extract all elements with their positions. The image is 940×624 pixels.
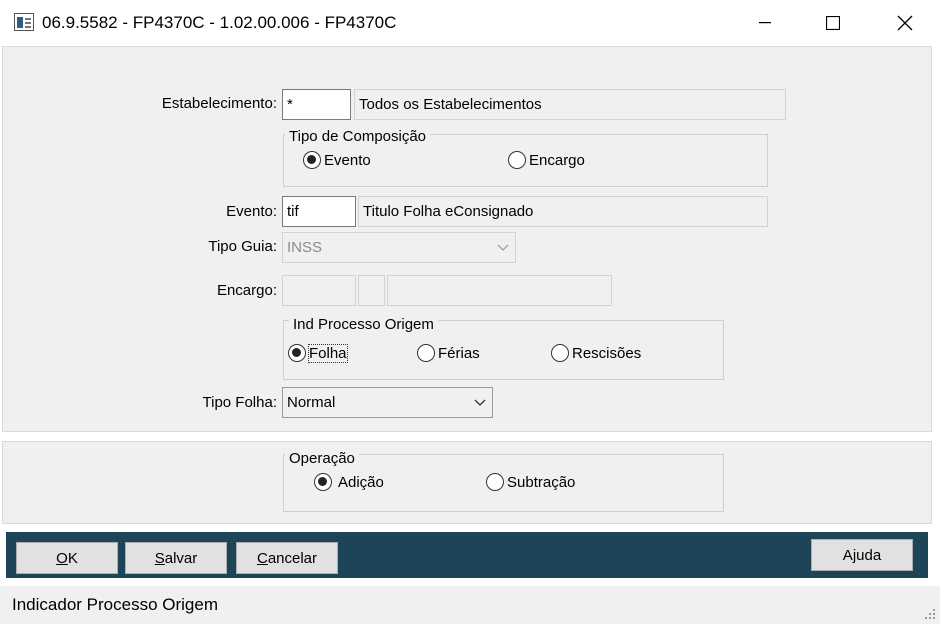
tipo-composicao-title: Tipo de Composição [285,128,431,145]
radio-evento-label: Evento [324,151,371,169]
radio-encargo-composicao[interactable]: Encargo [508,151,585,169]
evento-description: Titulo Folha eConsignado [358,196,768,227]
tipo-folha-label: Tipo Folha: [202,394,277,411]
estabelecimento-description: Todos os Estabelecimentos [354,89,786,120]
radio-evento-indicator [303,151,321,169]
radio-rescisoes-label: Rescisões [572,344,642,362]
radio-folha[interactable]: Folha [288,343,348,363]
maximize-button[interactable] [798,0,868,46]
operacao-title: Operação [285,450,359,467]
encargo-label: Encargo: [216,282,277,299]
radio-evento[interactable]: Evento [303,151,371,169]
radio-adicao-label: Adição [338,473,384,491]
tipo-guia-label: Tipo Guia: [208,238,277,255]
cancelar-button[interactable]: Cancelar [236,542,338,574]
evento-code-input[interactable]: tif [282,196,356,227]
maximize-icon [826,16,840,30]
evento-label: Evento: [226,203,277,220]
radio-ferias-indicator [417,344,435,362]
radio-subtracao-label: Subtração [507,473,576,491]
radio-ferias[interactable]: Férias [417,344,480,362]
minimize-icon [759,22,771,24]
radio-subtracao[interactable]: Subtração [486,473,575,491]
size-grip-icon[interactable] [924,608,936,620]
encargo-code-input[interactable] [282,275,356,306]
radio-rescisoes[interactable]: Rescisões [551,344,641,362]
radio-subtracao-indicator [486,473,504,491]
window-title: 06.9.5582 - FP4370C - 1.02.00.006 - FP43… [42,13,397,32]
radio-ferias-label: Férias [438,344,480,362]
salvar-button[interactable]: Salvar [125,542,227,574]
close-button[interactable] [870,0,940,46]
radio-encargo-indicator [508,151,526,169]
radio-folha-indicator [288,344,306,362]
tipo-folha-select[interactable]: Normal [282,387,493,418]
ajuda-button[interactable]: Aj uda [811,539,913,571]
estabelecimento-code-input[interactable]: * [282,89,351,120]
radio-encargo-label: Encargo [529,151,585,169]
minimize-button[interactable] [730,0,800,46]
radio-rescisoes-indicator [551,344,569,362]
app-icon [14,13,34,31]
ok-button[interactable]: OK [16,542,118,574]
ind-processo-origem-title: Ind Processo Origem [289,316,438,333]
estabelecimento-label: Estabelecimento: [161,95,277,112]
radio-folha-label: Folha [308,343,348,363]
chevron-down-icon [474,399,486,406]
chevron-down-icon [497,244,509,251]
radio-adicao[interactable]: Adição [314,473,384,491]
encargo-description [387,275,612,306]
encargo-sub-input[interactable] [358,275,385,306]
close-icon [897,15,913,31]
status-text: Indicador Processo Origem [12,595,218,614]
tipo-guia-select[interactable]: INSS [282,232,516,263]
radio-adicao-indicator [314,473,332,491]
